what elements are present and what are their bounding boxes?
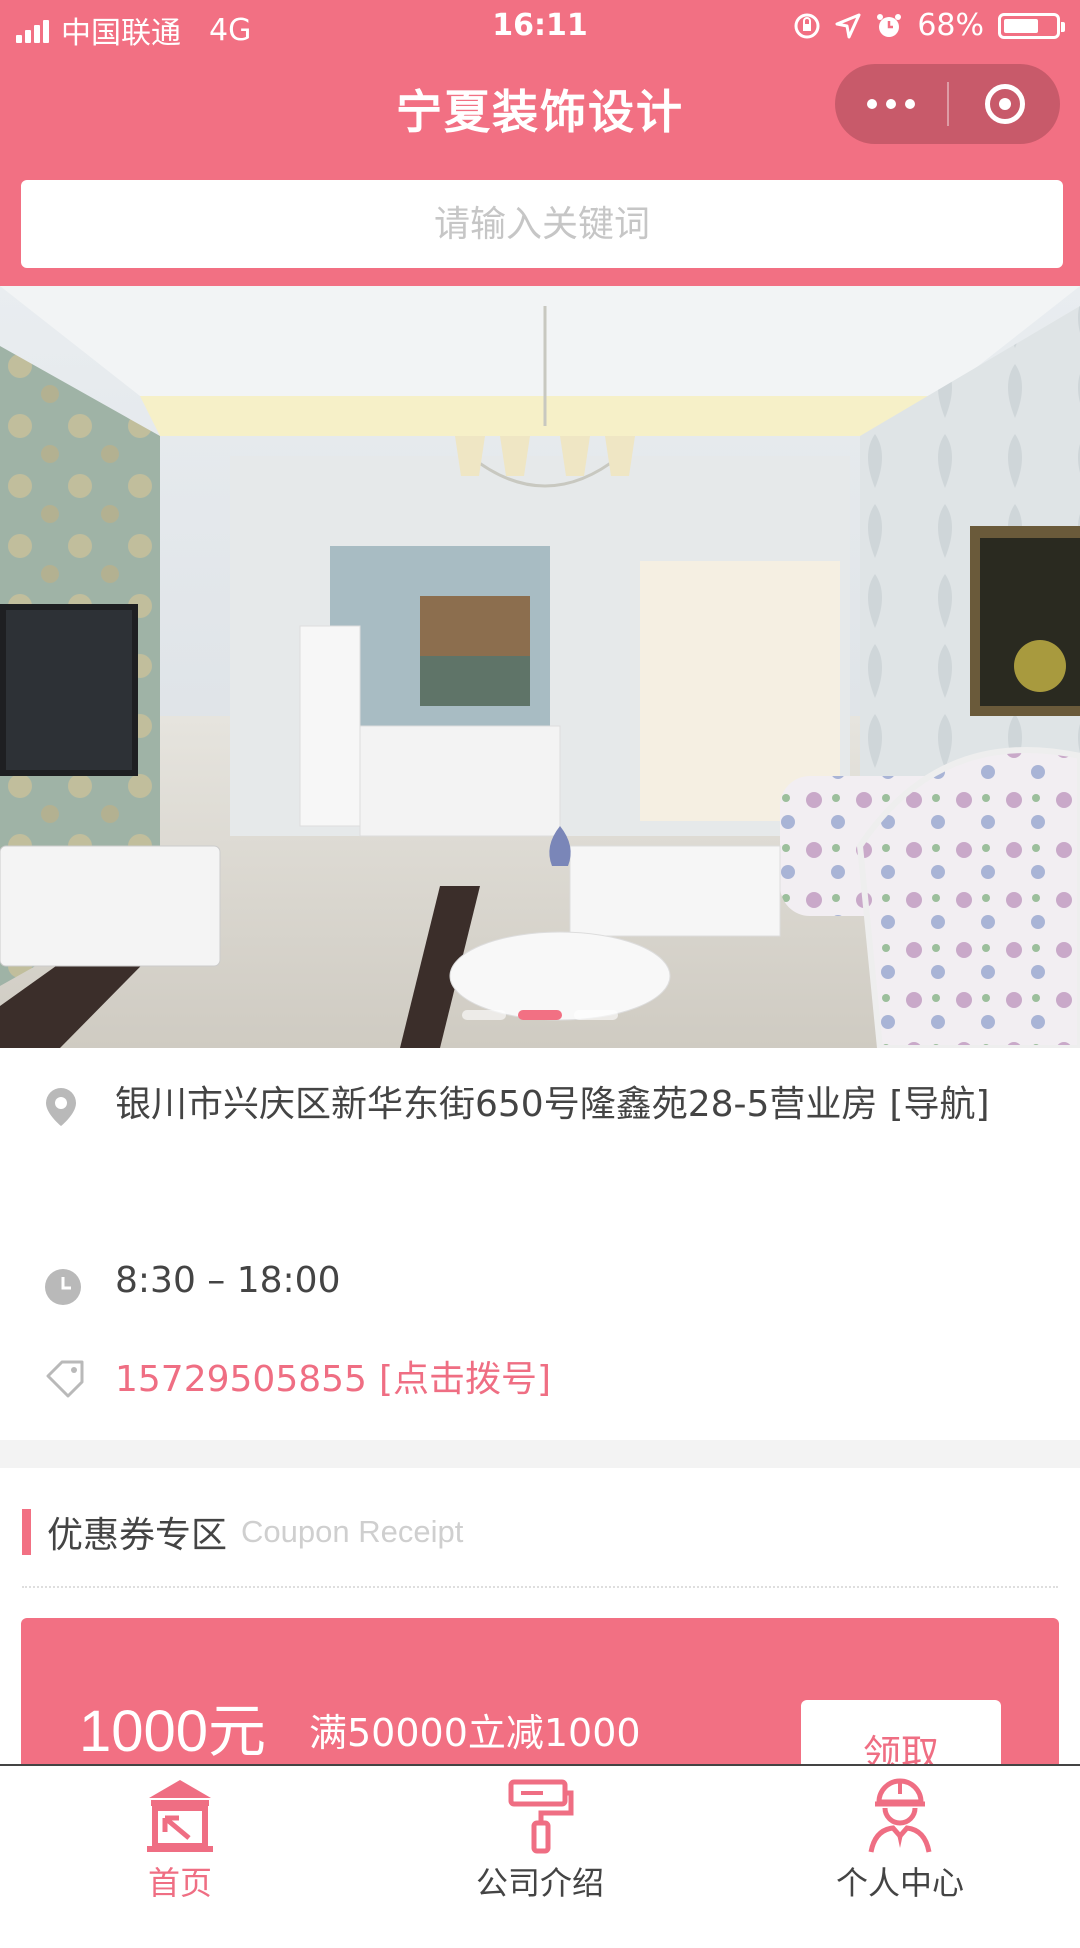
- status-right: 68%: [793, 8, 1065, 43]
- close-mini-program-button[interactable]: [949, 84, 1060, 124]
- section-subtitle: Coupon Receipt: [241, 1514, 464, 1549]
- section-accent-bar: [22, 1509, 31, 1555]
- banner-carousel[interactable]: [0, 286, 1080, 1048]
- tab-company-intro-label: 公司介绍: [475, 1864, 604, 1902]
- tab-profile[interactable]: 个人中心: [720, 1776, 1080, 1904]
- carousel-dot[interactable]: [462, 1010, 506, 1020]
- more-menu-button[interactable]: [835, 99, 947, 109]
- home-icon: [147, 1780, 213, 1852]
- banner-image: [0, 286, 1080, 1048]
- store-address: 银川市兴庆区新华东街650号隆鑫苑28-5营业房 [导航]: [44, 1060, 1034, 1150]
- business-hours: 8:30 – 18:00: [115, 1260, 341, 1301]
- header: 中国联通 4G 16:11 68% 宁夏装饰设计: [0, 0, 1080, 286]
- location-arrow-icon: [835, 13, 861, 38]
- coupon-amount: 1000元: [79, 1699, 267, 1764]
- carousel-indicators: [0, 1010, 1080, 1020]
- mini-program-capsule: [835, 64, 1060, 144]
- worker-helmet-icon: [868, 1778, 932, 1853]
- phone-row[interactable]: 15729505855 [点击拨号]: [115, 1350, 551, 1402]
- address-text: 银川市兴庆区新华东街650号隆鑫苑28-5营业房: [115, 1084, 878, 1125]
- orientation-lock-icon: [794, 13, 820, 38]
- section-title: 优惠券专区: [47, 1515, 228, 1556]
- carousel-dot[interactable]: [518, 1010, 562, 1020]
- paint-roller-icon: [508, 1779, 574, 1854]
- tab-home[interactable]: 首页: [0, 1776, 360, 1904]
- tab-profile-label: 个人中心: [835, 1864, 964, 1902]
- battery-level: [1004, 18, 1038, 33]
- coupon-rule: 满50000立减1000: [309, 1711, 641, 1755]
- tab-home-label: 首页: [147, 1864, 212, 1902]
- section-divider: [22, 1586, 1058, 1588]
- section-header: 优惠券专区 Coupon Receipt: [22, 1506, 463, 1558]
- phone-tag-icon: [46, 1360, 84, 1398]
- battery-percent: 68%: [917, 8, 984, 43]
- target-close-icon: [984, 84, 1025, 124]
- battery-icon: [998, 12, 1065, 39]
- alarm-icon: [877, 13, 902, 37]
- navigate-link[interactable]: [导航]: [889, 1084, 989, 1125]
- search-input[interactable]: [21, 180, 1063, 268]
- status-bar: 中国联通 4G 16:11 68%: [0, 0, 1080, 56]
- clock-icon: [45, 1269, 81, 1305]
- tab-bar: 首页 公司介绍 个人中心: [0, 1764, 1080, 1922]
- tab-company-intro[interactable]: 公司介绍: [360, 1776, 720, 1904]
- phone-number[interactable]: 15729505855: [115, 1359, 367, 1400]
- carousel-dot[interactable]: [574, 1010, 618, 1020]
- store-info-panel: 银川市兴庆区新华东街650号隆鑫苑28-5营业房 [导航] 8:30 – 18:0…: [0, 1048, 1080, 1440]
- call-link[interactable]: [点击拨号]: [379, 1359, 551, 1400]
